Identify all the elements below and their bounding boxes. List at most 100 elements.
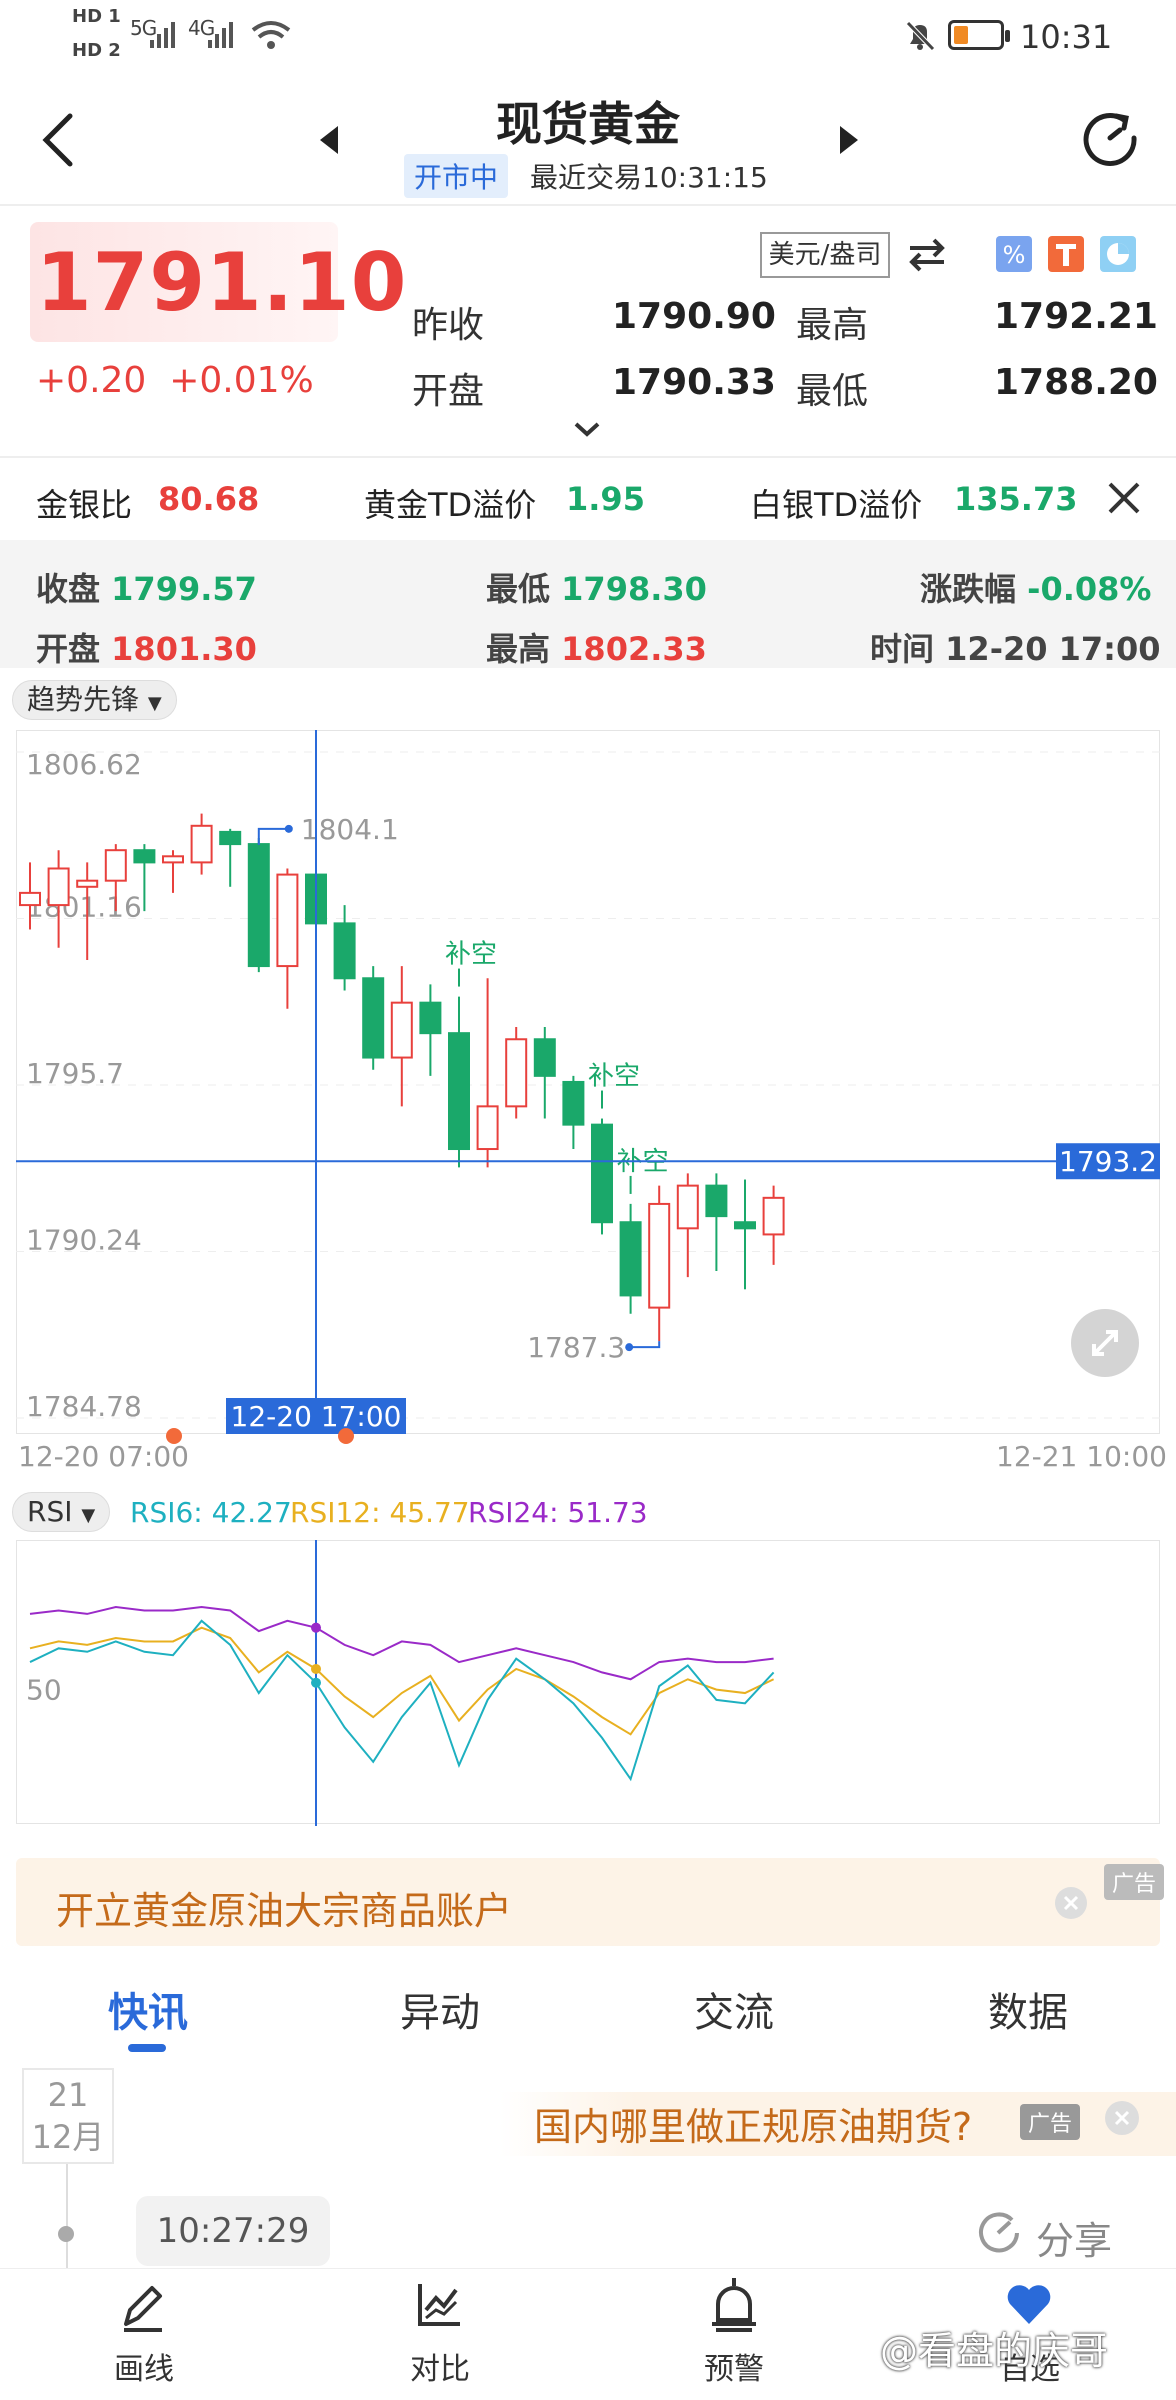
mute-icon bbox=[906, 21, 935, 51]
indicator-selector[interactable]: 趋势先锋 ▼ bbox=[12, 680, 177, 720]
gold-td-label: 黄金TD溢价 bbox=[364, 486, 537, 524]
info-high-value: 1802.33 bbox=[561, 630, 707, 668]
max-marker-line bbox=[257, 827, 289, 845]
change-percent: +0.01% bbox=[169, 360, 314, 401]
next-instrument-icon[interactable] bbox=[836, 124, 860, 156]
last-trade-time: 最近交易10:31:15 bbox=[530, 161, 768, 194]
page-title: 现货黄金 bbox=[496, 97, 680, 151]
candle-body bbox=[762, 1196, 785, 1236]
min-marker-dot bbox=[625, 1343, 634, 1352]
low-label: 最低 bbox=[796, 371, 869, 412]
info-low: 最低 1798.30 bbox=[486, 564, 707, 610]
gold-td-value: 1.95 bbox=[566, 480, 645, 518]
news-ad-tag: 广告 bbox=[1020, 2104, 1081, 2140]
candle-body bbox=[648, 1202, 671, 1309]
news-ad-text[interactable]: 国内哪里做正规原油期货? bbox=[534, 2096, 972, 2151]
gold-silver-label: 金银比 bbox=[36, 486, 133, 524]
candle-body bbox=[419, 1001, 442, 1035]
close-icon[interactable] bbox=[1106, 480, 1142, 516]
candle-body bbox=[219, 830, 242, 846]
swap-icon[interactable] bbox=[906, 236, 948, 272]
min-label: 1787.3 bbox=[527, 1331, 625, 1364]
rsi-chart[interactable]: 50 bbox=[0, 1540, 1176, 1826]
ratio-bar: 金银比 80.68 黄金TD溢价 1.95 白银TD溢价 135.73 bbox=[0, 458, 1176, 542]
compare-icon[interactable] bbox=[414, 2280, 464, 2334]
sim2-label: HD 2 bbox=[72, 40, 121, 61]
dropdown-arrow-icon: ▼ bbox=[81, 1505, 96, 1526]
candle-body bbox=[104, 849, 127, 882]
tab-flash-news[interactable]: 快讯 bbox=[68, 1980, 228, 2038]
timeline-line bbox=[66, 2164, 68, 2274]
alert-icon[interactable] bbox=[708, 2276, 760, 2334]
candle-body bbox=[676, 1184, 699, 1230]
tool-icon[interactable] bbox=[1048, 236, 1084, 272]
status-bar: HD 1 HD 2 5G 4G 10:31 bbox=[0, 0, 1176, 74]
gold-silver-value: 80.68 bbox=[158, 480, 260, 518]
candle-body bbox=[276, 873, 299, 968]
crosshair-y-label: 1793.2 bbox=[1059, 1145, 1157, 1178]
timeline-dot bbox=[58, 2226, 74, 2242]
candle-body bbox=[533, 1038, 556, 1077]
rsi-selector[interactable]: RSI ▼ bbox=[12, 1492, 111, 1532]
rsi6-line bbox=[29, 1619, 775, 1782]
info-close-label: 收盘 bbox=[36, 570, 101, 608]
clock: 10:31 bbox=[1020, 18, 1113, 56]
nav-alert[interactable]: 预警 bbox=[674, 2344, 794, 2388]
candle-body bbox=[47, 867, 70, 907]
rsi6-value: RSI6: 42.27 bbox=[130, 1496, 292, 1529]
open-label: 开盘 bbox=[412, 371, 485, 412]
info-time-label: 时间 bbox=[870, 630, 935, 668]
nav-draw[interactable]: 画线 bbox=[84, 2344, 204, 2388]
prev-close-value: 1790.90 bbox=[612, 296, 776, 337]
tab-discussion[interactable]: 交流 bbox=[654, 1980, 814, 2038]
info-open: 开盘 1801.30 bbox=[36, 624, 257, 670]
news-day: 21 bbox=[47, 2076, 89, 2114]
rsi-selector-label: RSI bbox=[27, 1495, 73, 1528]
fullscreen-icon[interactable] bbox=[1070, 1308, 1140, 1378]
candle-body bbox=[19, 891, 41, 907]
crosshair-x-label: 12-20 17:00 bbox=[231, 1400, 402, 1433]
tab-data[interactable]: 数据 bbox=[948, 1980, 1108, 2038]
rsi12-crosshair-dot bbox=[311, 1663, 321, 1674]
current-price: 1791.10 bbox=[36, 236, 408, 329]
silver-td-label: 白银TD溢价 bbox=[750, 486, 923, 524]
silver-td-value: 135.73 bbox=[954, 480, 1078, 518]
refresh-icon[interactable] bbox=[1080, 108, 1142, 170]
price-change: +0.20 +0.01% bbox=[36, 360, 314, 401]
candle-body bbox=[190, 824, 213, 864]
candle-body bbox=[133, 849, 156, 864]
rsi24-crosshair-dot bbox=[311, 1622, 321, 1633]
candle-body bbox=[734, 1221, 756, 1230]
rsi6-crosshair-dot bbox=[311, 1677, 321, 1688]
info-time-value: 12-20 17:00 bbox=[945, 630, 1161, 668]
min-marker-line bbox=[629, 1341, 661, 1349]
ad-close-icon[interactable] bbox=[1054, 1886, 1088, 1920]
news-ad-close-icon[interactable] bbox=[1104, 2100, 1140, 2136]
nav-compare[interactable]: 对比 bbox=[380, 2344, 500, 2388]
watermark: @看盘的庆哥 bbox=[880, 2329, 1109, 2373]
dropdown-arrow-icon: ▼ bbox=[147, 693, 162, 714]
candle-body bbox=[247, 843, 270, 968]
signal-icon bbox=[150, 22, 175, 48]
tab-movement[interactable]: 异动 bbox=[360, 1980, 520, 2038]
info-open-label: 开盘 bbox=[36, 630, 101, 668]
draw-line-icon[interactable] bbox=[118, 2280, 168, 2334]
ad-banner-text[interactable]: 开立黄金原油大宗商品账户 bbox=[56, 1880, 512, 1935]
percent-tool-icon[interactable]: % bbox=[996, 236, 1032, 272]
info-open-value: 1801.30 bbox=[111, 630, 257, 668]
candle-body bbox=[333, 922, 356, 980]
candlestick-chart[interactable]: 1806.621801.161795.71790.241784.78补空补空补空… bbox=[0, 720, 1176, 1460]
rsi12-value: RSI12: 45.77 bbox=[290, 1496, 470, 1529]
x-start-label: 12-20 07:00 bbox=[18, 1440, 189, 1473]
unit-selector[interactable]: 美元/盎司 bbox=[760, 232, 890, 278]
share-icon[interactable] bbox=[976, 2210, 1022, 2256]
pie-chart-icon[interactable] bbox=[1100, 236, 1136, 272]
expand-chevron-icon[interactable] bbox=[572, 420, 602, 440]
share-label[interactable]: 分享 bbox=[1036, 2210, 1112, 2265]
info-time: 时间 12-20 17:00 bbox=[870, 624, 1161, 670]
candle-body bbox=[448, 1032, 470, 1151]
max-marker-dot bbox=[284, 824, 293, 833]
signal-label: 补空 bbox=[445, 940, 497, 970]
candle-body bbox=[162, 855, 184, 864]
candle-body bbox=[619, 1221, 642, 1297]
